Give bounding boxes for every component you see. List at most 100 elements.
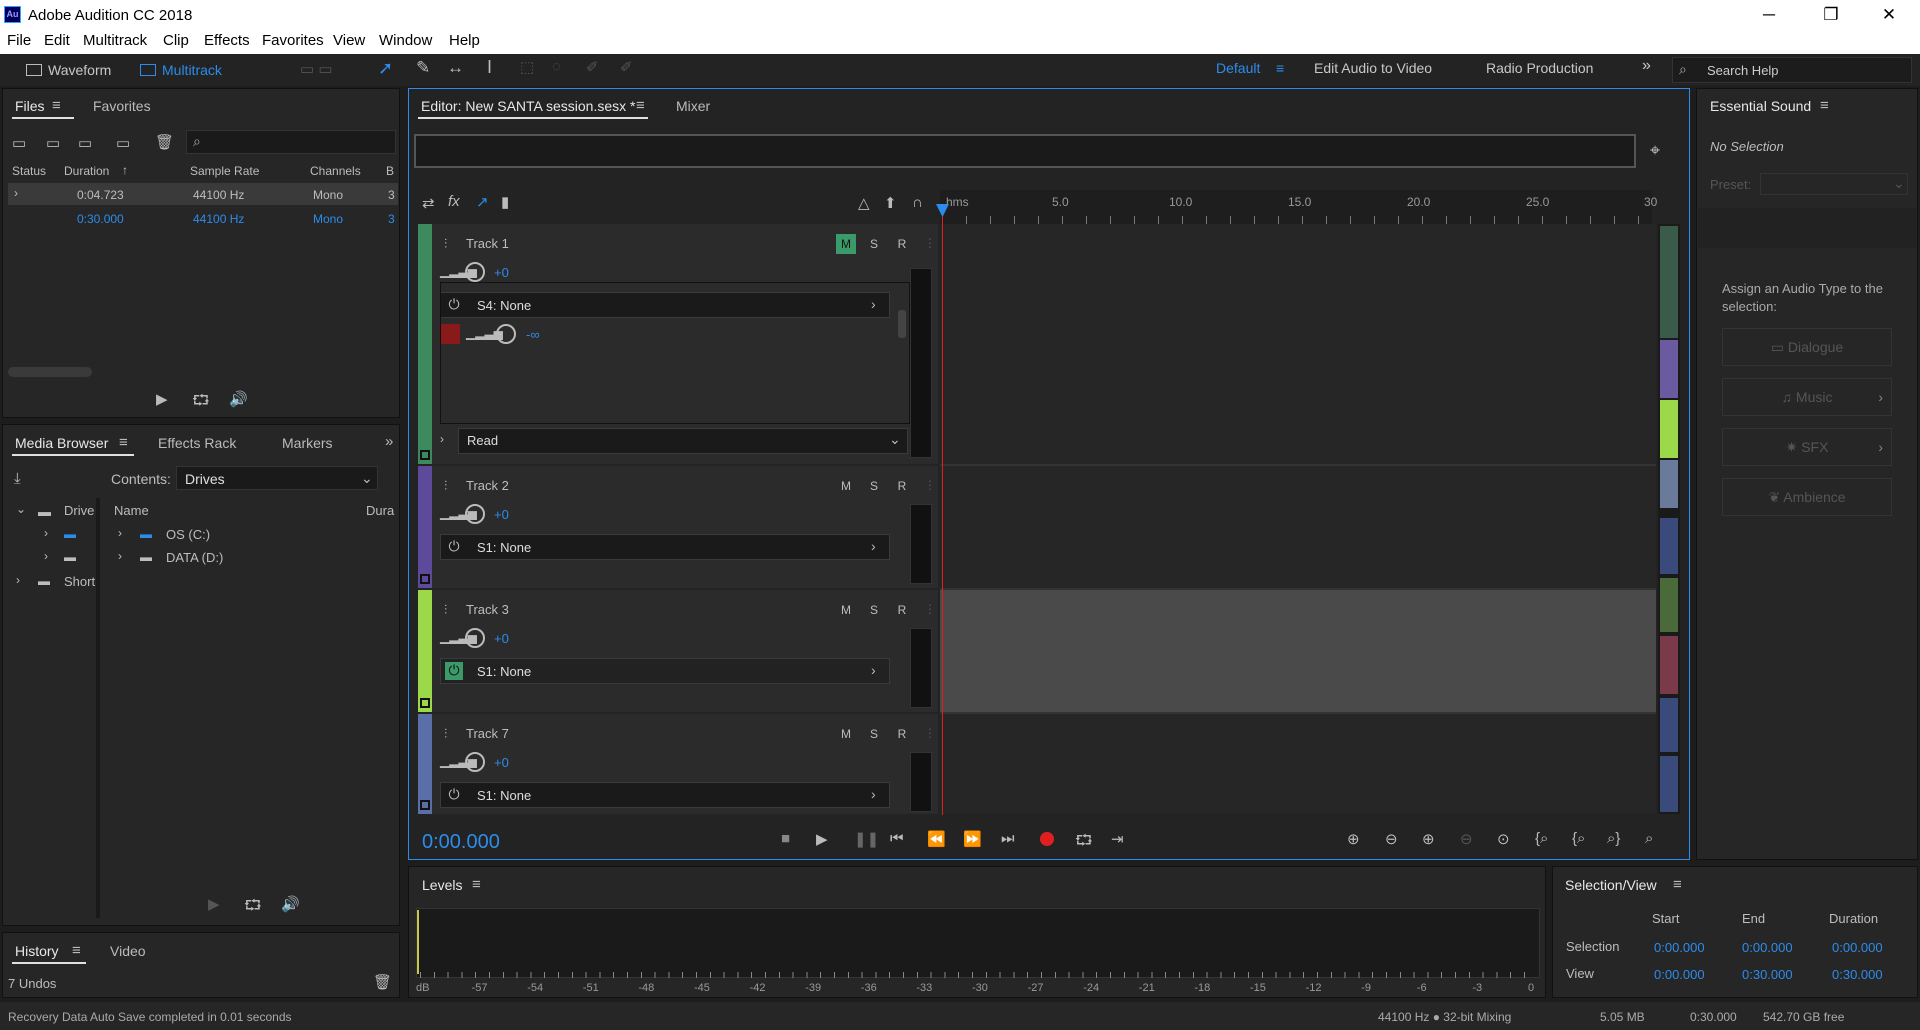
brush-tool-icon[interactable]: ✐	[586, 58, 599, 76]
track-m-button[interactable]: M	[836, 600, 856, 620]
track-r-button[interactable]: R	[892, 724, 912, 744]
track-s-button[interactable]: S	[864, 476, 884, 496]
import-file-icon[interactable]: ▭	[46, 134, 60, 152]
track-m-button[interactable]: M	[836, 476, 856, 496]
track-name[interactable]: Track 3	[466, 602, 509, 617]
expand-icon[interactable]: ›	[16, 573, 20, 587]
menu-effects[interactable]: Effects	[204, 32, 250, 49]
volume-knob[interactable]	[465, 628, 485, 648]
play-icon[interactable]: ▶	[816, 830, 828, 848]
export-icon[interactable]: ⬆	[884, 194, 897, 212]
zoom-out-time-icon[interactable]: ⊖	[1460, 830, 1473, 848]
new-file-icon[interactable]: ▭	[78, 134, 92, 152]
files-panel-menu-icon[interactable]: ≡	[52, 97, 61, 114]
skip-selection-icon[interactable]: ⇥	[1111, 830, 1124, 848]
tab-history[interactable]: History	[15, 943, 59, 959]
move-to-next-icon[interactable]: ⏭	[1001, 830, 1015, 847]
tab-video[interactable]: Video	[110, 943, 146, 959]
workspace-radio-production[interactable]: Radio Production	[1486, 60, 1593, 76]
spectral-view-icon[interactable]: ▭ ▭	[300, 60, 333, 78]
tab-files[interactable]: Files	[15, 98, 45, 114]
selection-start[interactable]: 0:00.000	[1654, 940, 1705, 955]
track-select-box[interactable]	[420, 698, 430, 708]
send-slot[interactable]: ⏻ S1: None ›	[440, 658, 890, 684]
col-b[interactable]: B	[386, 164, 394, 178]
track-name[interactable]: Track 2	[466, 478, 509, 493]
auto-play-icon[interactable]: 🔊	[229, 390, 248, 408]
col-channels[interactable]: Channels	[310, 164, 361, 178]
record-icon[interactable]	[1040, 832, 1054, 846]
tree-shortcuts[interactable]: Short	[64, 574, 95, 589]
volume-value[interactable]: +0	[494, 631, 509, 646]
col-name[interactable]: Name	[114, 503, 149, 518]
waveform-tab[interactable]: Waveform	[18, 58, 126, 82]
stop-icon[interactable]: ■	[781, 830, 790, 847]
selection-view-title[interactable]: Selection/View	[1565, 877, 1657, 893]
track-select-box[interactable]	[420, 450, 430, 460]
sends-icon[interactable]: ↗	[476, 193, 489, 211]
close-button[interactable]: ✕	[1866, 3, 1912, 27]
marquee-tool-icon[interactable]: ⬚	[520, 58, 534, 76]
tree-drives[interactable]: Drive	[64, 503, 94, 518]
track-overflow-icon[interactable]: ⋮	[924, 478, 936, 492]
col-sample-rate[interactable]: Sample Rate	[190, 164, 259, 178]
loop-preview-icon[interactable]: ⮔	[192, 390, 210, 415]
menu-edit[interactable]: Edit	[44, 32, 70, 49]
metronome-icon[interactable]: △	[858, 194, 870, 212]
loop-preview-icon[interactable]: ⮔	[244, 895, 262, 920]
levels-title[interactable]: Levels	[422, 877, 462, 893]
delete-file-icon[interactable]: 🗑	[155, 133, 174, 151]
menu-help[interactable]: Help	[449, 32, 480, 49]
levels-menu-icon[interactable]: ≡	[472, 876, 481, 893]
track-r-button[interactable]: R	[892, 600, 912, 620]
effects-scrollbar[interactable]	[898, 310, 906, 338]
automation-expand-icon[interactable]: ›	[440, 432, 444, 446]
workspace-edit-audio-to-video[interactable]: Edit Audio to Video	[1314, 60, 1432, 76]
track-s-button[interactable]: S	[864, 600, 884, 620]
menu-favorites[interactable]: Favorites	[262, 32, 324, 49]
search-help-input[interactable]: Search Help	[1707, 63, 1779, 78]
timeline-area[interactable]	[940, 224, 1656, 814]
spot-healing-tool-icon[interactable]: ✐	[620, 58, 633, 76]
inputs-outputs-icon[interactable]: ⇄	[422, 194, 435, 212]
dialogue-button[interactable]: ▭ Dialogue	[1722, 328, 1892, 366]
ambience-button[interactable]: ❦ Ambience	[1722, 478, 1892, 516]
play-preview-icon[interactable]: ▶	[208, 895, 220, 913]
view-duration[interactable]: 0:30.000	[1832, 967, 1883, 982]
pause-icon[interactable]: ❚❚	[854, 830, 879, 848]
chevron-right-icon[interactable]: ›	[871, 662, 876, 678]
essential-menu-icon[interactable]: ≡	[1820, 97, 1829, 114]
preset-dropdown[interactable]: ⌄	[1760, 173, 1908, 195]
power-icon[interactable]: ⏻	[445, 662, 463, 680]
list-item-data[interactable]: DATA (D:)	[166, 550, 223, 565]
effects-icon[interactable]: fx	[448, 193, 460, 210]
volume-knob[interactable]	[465, 504, 485, 524]
volume-knob[interactable]	[465, 262, 485, 282]
zoom-in-time-icon[interactable]: ⊕	[1422, 830, 1435, 848]
zoom-out-amplitude-icon[interactable]: ⊖	[1385, 830, 1398, 848]
track-r-button[interactable]: R	[892, 234, 912, 254]
tab-editor[interactable]: Editor: New SANTA session.sesx *	[421, 98, 635, 114]
fast-forward-icon[interactable]: ⏩	[963, 830, 982, 848]
tree-divider[interactable]	[96, 498, 100, 918]
expand-icon[interactable]: ›	[14, 186, 18, 200]
play-preview-icon[interactable]: ▶	[156, 390, 168, 408]
zoom-in-amplitude-icon[interactable]: ⊕	[1347, 830, 1360, 848]
tab-effects-rack[interactable]: Effects Rack	[158, 435, 236, 451]
track-m-button[interactable]: M	[836, 724, 856, 744]
open-file-icon[interactable]: ▭	[12, 134, 26, 152]
menu-multitrack[interactable]: Multitrack	[83, 32, 147, 49]
track-name[interactable]: Track 7	[466, 726, 509, 741]
track-m-button[interactable]: M	[836, 234, 856, 254]
track-s-button[interactable]: S	[864, 234, 884, 254]
workspace-menu-icon[interactable]: ≡	[1276, 60, 1284, 76]
col-duration[interactable]: Duration	[64, 164, 109, 178]
col-status[interactable]: Status	[12, 164, 46, 178]
zoom-in-right-icon[interactable]: ⌕}	[1607, 830, 1620, 847]
media-menu-icon[interactable]: ≡	[119, 434, 128, 451]
menu-view[interactable]: View	[333, 32, 365, 49]
loop-playback-icon[interactable]: ⮔	[1075, 830, 1093, 855]
track3-timeline-lane[interactable]	[940, 590, 1656, 712]
col-duration[interactable]: Dura	[366, 503, 394, 518]
slip-tool-icon[interactable]: ↔	[447, 58, 464, 78]
